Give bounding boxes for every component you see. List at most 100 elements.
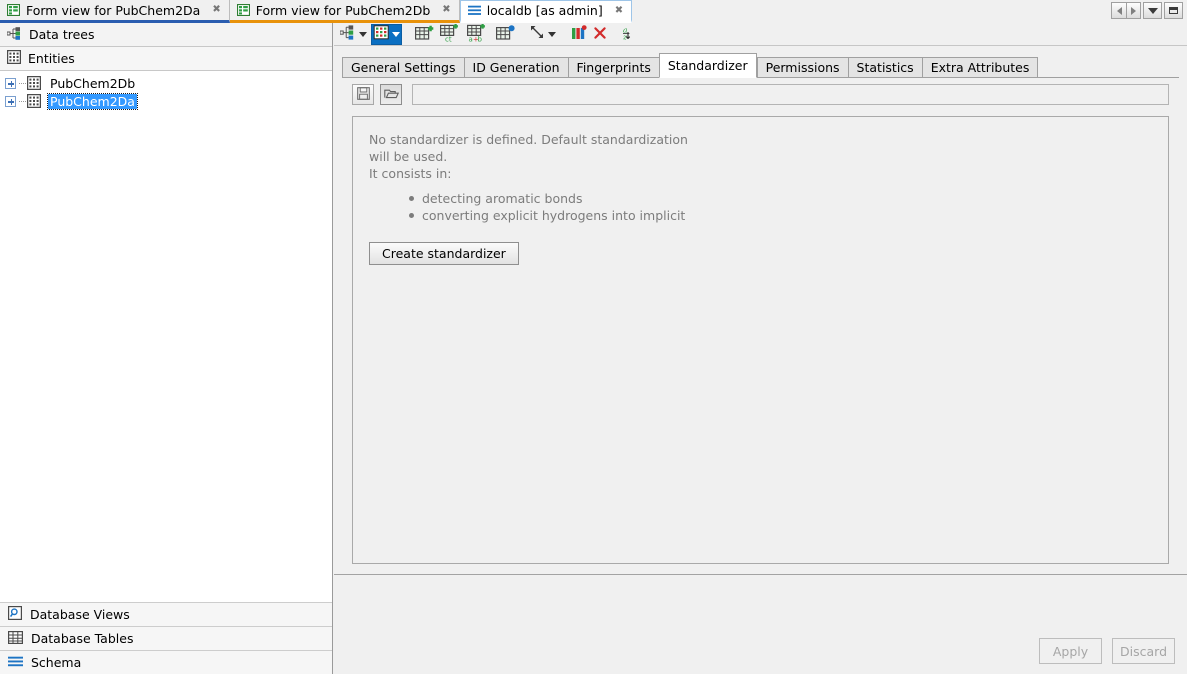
standardizer-info-box: No standardizer is defined. Default stan… — [352, 116, 1169, 564]
sidebar-header-data-trees[interactable]: Data trees — [0, 23, 332, 47]
tree-item-label: PubChem2Db — [48, 76, 137, 91]
tab-label: General Settings — [351, 60, 456, 75]
save-icon — [357, 87, 370, 103]
tab-statistics[interactable]: Statistics — [848, 57, 922, 78]
tab-label: ID Generation — [473, 60, 560, 75]
standardizer-toolbar — [342, 78, 1179, 111]
tab-label: Standardizer — [668, 58, 748, 73]
tab-standardizer[interactable]: Standardizer — [659, 53, 757, 78]
toolbar-relation-button[interactable] — [528, 24, 558, 45]
tab-fingerprints[interactable]: Fingerprints — [568, 57, 659, 78]
list-item-label: converting explicit hydrogens into impli… — [422, 207, 685, 224]
main-panel: ct a + b — [334, 23, 1187, 674]
sidebar-item-label: Database Tables — [31, 631, 133, 646]
open-folder-button[interactable] — [380, 84, 402, 105]
main-toolbar: ct a + b — [334, 23, 1187, 46]
table-grid-icon — [27, 76, 41, 90]
window-tab-form-view-pubchem2db[interactable]: Form view for PubChem2Db ✖ — [230, 0, 460, 23]
bullet-icon — [409, 196, 414, 201]
tree-item-pubchem2db[interactable]: PubChem2Db — [0, 74, 332, 92]
list-item: detecting aromatic bonds — [409, 190, 1152, 207]
green-grid-icon — [7, 4, 20, 16]
window-controls — [1111, 2, 1183, 19]
sort-az-icon: a z — [622, 25, 638, 44]
open-folder-icon — [384, 87, 399, 103]
tab-id-generation[interactable]: ID Generation — [464, 57, 568, 78]
toolbar-add-ab-table-button[interactable]: a + b — [465, 24, 492, 45]
data-tree-icon — [7, 27, 22, 43]
toolbar-data-tree-button[interactable] — [338, 24, 369, 45]
footer-actions: Apply Discard — [1039, 638, 1175, 664]
toolbar-table-grid-button[interactable] — [371, 24, 402, 45]
tree-item-pubchem2da[interactable]: PubChem2Da — [0, 92, 332, 110]
save-button[interactable] — [352, 84, 374, 105]
tab-label: Extra Attributes — [931, 60, 1030, 75]
close-icon[interactable]: ✖ — [442, 5, 450, 15]
chevron-down-icon[interactable] — [392, 32, 400, 37]
tab-bar-filler — [632, 0, 1187, 23]
list-item-label: detecting aromatic bonds — [422, 190, 582, 207]
green-grid-icon — [237, 4, 250, 16]
sidebar-item-schema[interactable]: Schema — [0, 650, 332, 674]
sidebar: Data trees Entities — [0, 23, 333, 674]
table-link-icon — [496, 25, 515, 44]
settings-tab-strip: General Settings ID Generation Fingerpri… — [342, 54, 1179, 78]
toolbar-add-ct-table-button[interactable]: ct — [438, 24, 463, 45]
standardizer-path-input[interactable] — [412, 84, 1169, 105]
table-grid-icon — [27, 94, 41, 108]
window-tab-label: localdb [as admin] — [487, 3, 603, 18]
chevron-down-icon[interactable] — [1143, 2, 1162, 19]
add-ct-table-icon: ct — [440, 24, 461, 45]
sidebar-item-database-tables[interactable]: Database Tables — [0, 626, 332, 650]
window-tab-localdb[interactable]: localdb [as admin] ✖ — [460, 0, 632, 23]
delete-icon — [593, 26, 607, 43]
close-icon[interactable]: ✖ — [615, 6, 623, 16]
standardizer-info-line2: It consists in: — [369, 165, 709, 182]
standardizer-info-line1: No standardizer is defined. Default stan… — [369, 131, 709, 165]
footer-bar: Apply Discard — [334, 574, 1187, 674]
relation-arrow-icon — [530, 25, 546, 43]
standardizer-panel: No standardizer is defined. Default stan… — [342, 78, 1179, 566]
toolbar-delete-button[interactable] — [591, 24, 609, 45]
sidebar-header-entities[interactable]: Entities — [0, 47, 332, 71]
tab-extra-attributes[interactable]: Extra Attributes — [922, 57, 1039, 78]
close-icon[interactable]: ✖ — [212, 5, 220, 15]
toolbar-sort-button[interactable]: a z — [620, 24, 640, 45]
tab-label: Fingerprints — [577, 60, 651, 75]
create-standardizer-button[interactable]: Create standardizer — [369, 242, 519, 265]
chevron-down-icon[interactable] — [548, 32, 556, 37]
tree-connector — [19, 101, 26, 102]
toolbar-table-link-button[interactable] — [494, 24, 517, 45]
tree-connector — [19, 83, 26, 84]
restore-window-icon[interactable] — [1164, 2, 1183, 19]
tab-label: Statistics — [857, 60, 914, 75]
bullet-icon — [409, 213, 414, 218]
lines-icon — [8, 655, 23, 670]
toolbar-add-table-button[interactable] — [413, 24, 436, 45]
sidebar-header-label: Entities — [28, 51, 75, 66]
tab-label: Permissions — [766, 60, 840, 75]
toolbar-bar-chart-button[interactable] — [569, 24, 589, 45]
svg-text:ct: ct — [445, 35, 452, 42]
discard-button[interactable]: Discard — [1112, 638, 1175, 664]
sidebar-sections: Database Views Database Tables Schema — [0, 602, 332, 674]
window-tab-label: Form view for PubChem2Db — [256, 3, 431, 18]
tab-general-settings[interactable]: General Settings — [342, 57, 464, 78]
apply-button[interactable]: Apply — [1039, 638, 1102, 664]
window-tab-label: Form view for PubChem2Da — [26, 3, 200, 18]
window-tab-form-view-pubchem2da[interactable]: Form view for PubChem2Da ✖ — [0, 0, 230, 23]
list-item: converting explicit hydrogens into impli… — [409, 207, 1152, 224]
table-grid-icon — [8, 631, 23, 647]
tab-permissions[interactable]: Permissions — [757, 57, 848, 78]
table-grid-icon — [7, 50, 21, 67]
expand-icon[interactable] — [5, 96, 16, 107]
bar-chart-icon — [571, 25, 587, 44]
chevron-down-icon[interactable] — [359, 32, 367, 37]
next-arrow-icon[interactable] — [1126, 2, 1141, 19]
sidebar-item-label: Schema — [31, 655, 81, 670]
magnifier-icon — [8, 606, 22, 623]
sidebar-item-database-views[interactable]: Database Views — [0, 602, 332, 626]
expand-icon[interactable] — [5, 78, 16, 89]
data-tree-icon — [340, 25, 357, 43]
previous-arrow-icon[interactable] — [1111, 2, 1126, 19]
